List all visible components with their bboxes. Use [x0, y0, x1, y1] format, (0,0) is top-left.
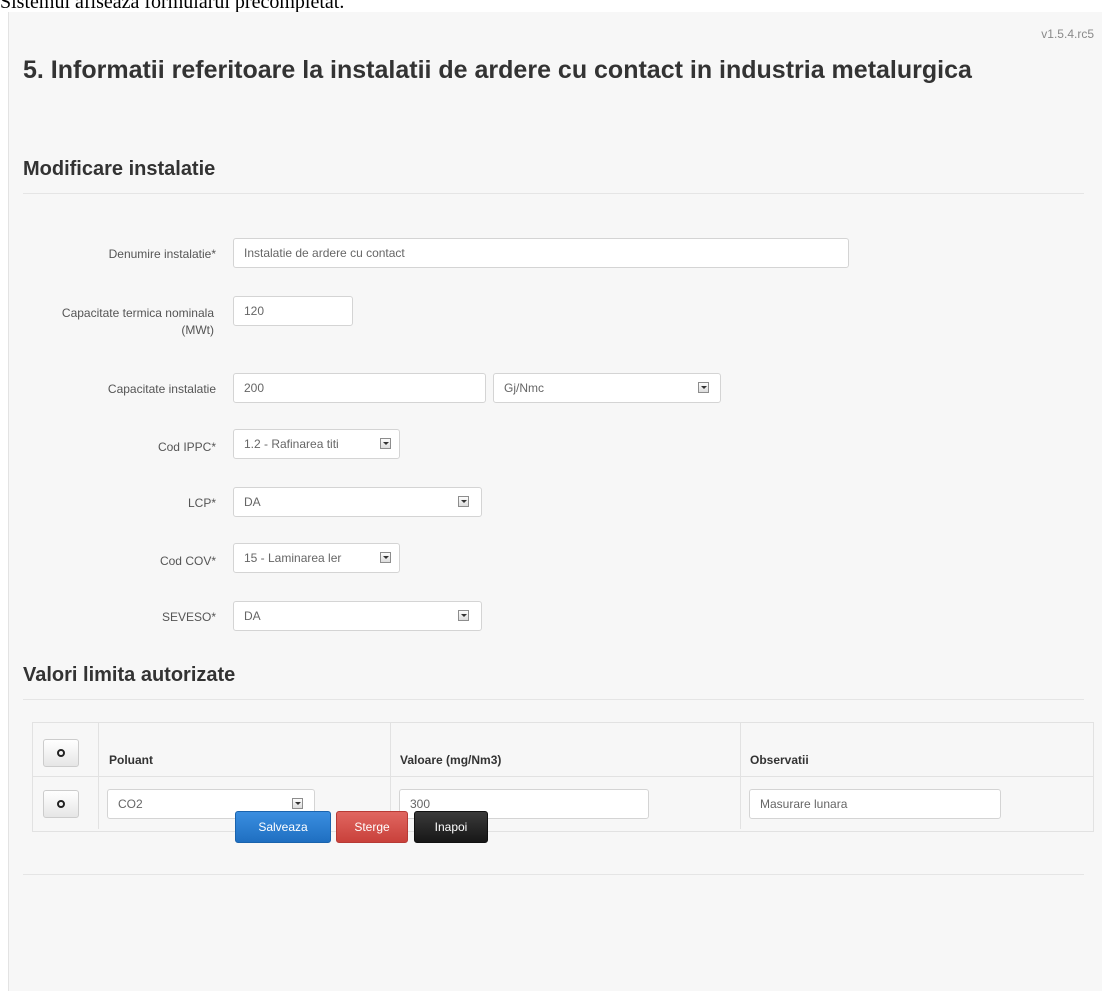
cod-ippc-label: Cod IPPC* — [157, 440, 216, 454]
poluant-value: CO2 — [118, 797, 143, 811]
divider — [23, 699, 1084, 700]
circle-icon — [57, 800, 65, 808]
select-arrow-icon — [380, 438, 391, 449]
unit-select-value: Gj/Nmc — [504, 381, 544, 395]
seveso-label: SEVESO* — [161, 610, 216, 624]
page-title: 5. Informatii referitoare la instalatii … — [23, 56, 972, 84]
row-divider — [33, 776, 1093, 777]
version-label: v1.5.4.rc5 — [1041, 27, 1094, 41]
circle-icon — [57, 749, 65, 757]
select-arrow-icon — [292, 798, 303, 809]
divider — [23, 193, 1084, 194]
lcp-label: LCP* — [187, 496, 216, 510]
unit-select[interactable]: Gj/Nmc — [493, 373, 721, 403]
capacitate-instalatie-input[interactable]: 200 — [233, 373, 486, 403]
seveso-select[interactable]: DA — [233, 601, 482, 631]
section-limits-title: Valori limita autorizate — [23, 664, 236, 686]
observatii-input[interactable]: Masurare lunara — [749, 789, 1001, 819]
capacitate-termica-input[interactable]: 120 — [233, 296, 353, 326]
select-arrow-icon — [458, 610, 469, 621]
delete-button[interactable]: Sterge — [336, 811, 408, 843]
cod-cov-label: Cod COV* — [159, 554, 216, 568]
remove-row-button[interactable] — [43, 790, 79, 818]
cod-cov-select[interactable]: 15 - Laminarea ler — [233, 543, 400, 573]
add-row-button[interactable] — [43, 739, 79, 767]
limits-table: Poluant Valoare (mg/Nm3) Observatii CO2 … — [32, 722, 1094, 832]
seveso-value: DA — [244, 609, 261, 623]
select-arrow-icon — [380, 552, 391, 563]
save-button[interactable]: Salveaza — [235, 811, 331, 843]
lcp-select[interactable]: DA — [233, 487, 482, 517]
capacitate-instalatie-label: Capacitate instalatie — [107, 382, 216, 396]
header-observatii: Observatii — [750, 753, 809, 767]
cod-ippc-value: 1.2 - Rafinarea titi — [244, 437, 339, 451]
denumire-label: Denumire instalatie* — [108, 247, 216, 261]
select-arrow-icon — [458, 496, 469, 507]
cod-cov-value: 15 - Laminarea ler — [244, 551, 342, 565]
cod-ippc-select[interactable]: 1.2 - Rafinarea titi — [233, 429, 400, 459]
header-valoare: Valoare (mg/Nm3) — [400, 753, 502, 767]
back-button[interactable]: Inapoi — [414, 811, 488, 843]
section-modify-title: Modificare instalatie — [23, 158, 216, 180]
lcp-value: DA — [244, 495, 261, 509]
header-poluant: Poluant — [109, 753, 153, 767]
divider — [23, 874, 1084, 875]
capacitate-termica-label: Capacitate termica nominala (MWt) — [61, 306, 214, 337]
select-arrow-icon — [698, 382, 709, 393]
denumire-input[interactable]: Instalatie de ardere cu contact — [233, 238, 849, 268]
